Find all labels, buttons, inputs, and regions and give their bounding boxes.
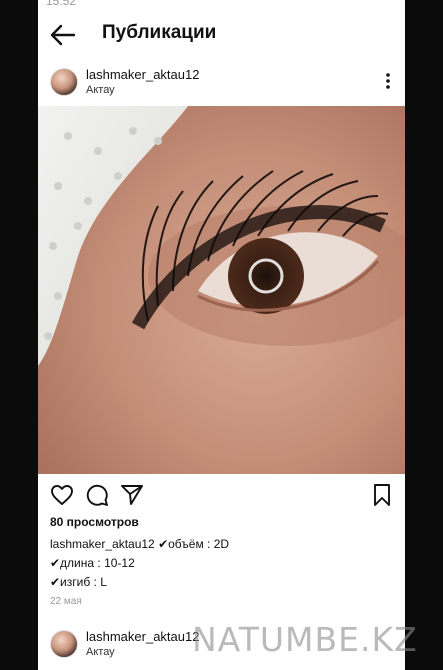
arrow-left-icon[interactable] — [50, 24, 76, 46]
status-time: 15:52 — [46, 0, 77, 8]
views-count: 80 просмотров — [50, 515, 139, 529]
avatar[interactable] — [50, 68, 78, 96]
caption-line: ✔изгиб : L — [50, 575, 107, 589]
comment-icon[interactable] — [85, 483, 109, 507]
avatar[interactable] — [50, 630, 78, 658]
post-username[interactable]: lashmaker_aktau12 — [86, 629, 199, 644]
post-location[interactable]: Актау — [86, 84, 115, 96]
app-bar: Публикации — [38, 12, 405, 58]
watermark: NATUMBE.KZ — [192, 620, 418, 659]
post-caption: lashmaker_aktau12 ✔объём : 2D ✔длина : 1… — [50, 535, 390, 592]
status-icons: • • • — [364, 0, 395, 5]
post-photo[interactable] — [38, 106, 405, 474]
status-bar: 15:52 • • • — [38, 0, 405, 8]
post-username[interactable]: lashmaker_aktau12 — [86, 67, 199, 82]
post-actions — [38, 480, 405, 510]
heart-icon[interactable] — [50, 483, 74, 507]
more-vertical-icon[interactable] — [385, 72, 391, 90]
post-header: lashmaker_aktau12 Актау — [38, 62, 405, 104]
post-date: 22 мая — [50, 596, 82, 607]
eyelash-photo — [38, 106, 405, 474]
phone-screen: 15:52 • • • Публикации lashmaker_aktau12… — [38, 0, 405, 670]
post-location[interactable]: Актау — [86, 646, 115, 658]
page-title: Публикации — [102, 22, 217, 43]
caption-username[interactable]: lashmaker_aktau12 — [50, 537, 155, 551]
bookmark-icon[interactable] — [370, 483, 394, 507]
send-icon[interactable] — [120, 483, 144, 507]
caption-line: ✔длина : 10-12 — [50, 556, 135, 570]
caption-line: ✔объём : 2D — [158, 537, 230, 551]
